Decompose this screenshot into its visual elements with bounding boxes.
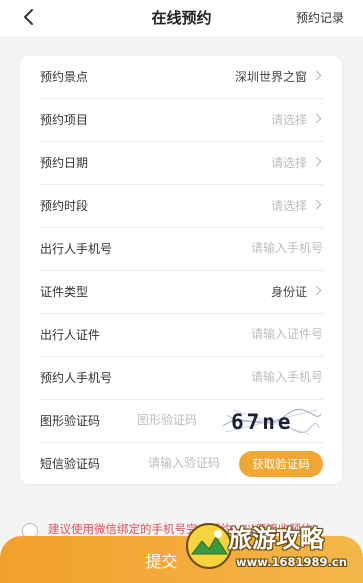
- scenic-spot-value: 深圳世界之窗: [234, 70, 307, 84]
- watermark-logo-icon: [186, 523, 232, 569]
- row-id-type-select[interactable]: 证件类型 身份证: [39, 271, 323, 314]
- project-placeholder: 请选择: [270, 113, 307, 127]
- date-placeholder: 请选择: [270, 156, 307, 170]
- row-traveler-id: 出行人证件: [39, 314, 323, 357]
- timeslot-label: 预约时段: [40, 199, 89, 213]
- row-image-captcha: 图形验证码 67ne: [39, 400, 323, 443]
- booker-phone-input[interactable]: [203, 366, 323, 388]
- row-traveler-phone: 出行人手机号: [39, 228, 323, 271]
- watermark-title: 旅游攻略: [228, 525, 324, 553]
- date-label: 预约日期: [40, 156, 89, 170]
- submit-label: 提交: [145, 551, 178, 571]
- image-captcha-label: 图形验证码: [40, 414, 101, 428]
- get-sms-code-button[interactable]: 获取验证码: [239, 451, 323, 477]
- image-captcha-input[interactable]: [137, 409, 223, 431]
- captcha-image[interactable]: 67ne: [219, 406, 323, 436]
- chevron-right-icon: [311, 156, 322, 167]
- traveler-id-label: 出行人证件: [40, 328, 101, 342]
- id-type-label: 证件类型: [40, 285, 89, 299]
- traveler-phone-label: 出行人手机号: [40, 242, 113, 256]
- project-label: 预约项目: [40, 113, 89, 127]
- booking-form-card: 预约景点 深圳世界之窗 预约项目 请选择 预约日期 请选择 预约时段 请选择 出…: [20, 56, 342, 484]
- row-date-select[interactable]: 预约日期 请选择: [39, 142, 323, 185]
- chevron-right-icon: [311, 285, 322, 296]
- traveler-phone-input[interactable]: [203, 237, 323, 259]
- row-booker-phone: 预约人手机号: [39, 357, 323, 400]
- sms-code-label: 短信验证码: [40, 457, 101, 471]
- traveler-id-input[interactable]: [203, 323, 323, 345]
- timeslot-placeholder: 请选择: [270, 199, 307, 213]
- watermark: 旅游攻略 www.1681989.cn: [184, 513, 360, 579]
- watermark-url: www.1681989.cn: [236, 555, 347, 569]
- booker-phone-label: 预约人手机号: [40, 371, 113, 385]
- booking-records-link[interactable]: 预约记录: [296, 9, 344, 26]
- chevron-right-icon: [311, 113, 322, 124]
- chevron-right-icon: [311, 70, 322, 81]
- row-project-select[interactable]: 预约项目 请选择: [39, 99, 323, 142]
- scenic-spot-label: 预约景点: [40, 70, 89, 84]
- row-scenic-spot[interactable]: 预约景点 深圳世界之窗: [39, 56, 323, 99]
- chevron-right-icon: [311, 199, 322, 210]
- row-timeslot-select[interactable]: 预约时段 请选择: [39, 185, 323, 228]
- top-nav-bar: 在线预约 预约记录: [0, 0, 363, 36]
- captcha-text: 67ne: [231, 410, 294, 434]
- sms-code-input[interactable]: [148, 452, 240, 474]
- row-sms-code: 短信验证码 获取验证码: [39, 443, 323, 485]
- id-type-value: 身份证: [270, 285, 307, 299]
